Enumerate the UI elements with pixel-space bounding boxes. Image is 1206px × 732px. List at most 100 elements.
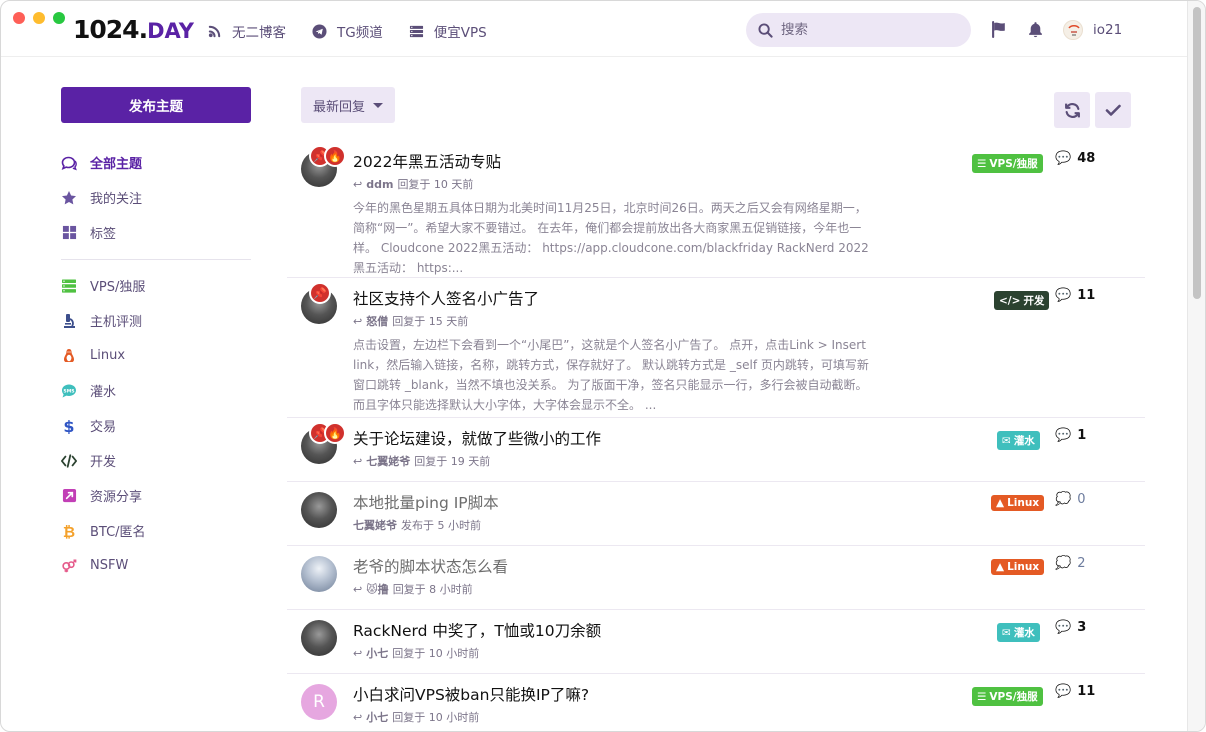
tag-label: 灌水 (1013, 627, 1035, 639)
avatar[interactable] (301, 620, 337, 656)
sidebar-item-water[interactable]: SMS 灌水 (61, 373, 251, 408)
refresh-button[interactable] (1054, 92, 1090, 128)
linux-icon (61, 348, 77, 364)
sidebar-item-tags[interactable]: 标签 (61, 215, 251, 250)
topic-meta: ↩ 七翼姥爷 回复于 19 天前 (353, 453, 1145, 469)
nav-blog-link[interactable]: 无二博客 (207, 21, 286, 41)
reply-count: 💬 11 (1055, 288, 1095, 303)
topic-time: 发布于 5 小时前 (401, 519, 481, 532)
scrollbar[interactable] (1187, 1, 1205, 731)
sidebar-item-nsfw[interactable]: NSFW (61, 548, 251, 583)
topic-user[interactable]: 七翼姥爷 (366, 453, 410, 469)
mark-all-read-button[interactable] (1095, 92, 1131, 128)
reply-arrow-icon: ↩ (353, 454, 363, 468)
topic-time: 回复于 10 小时前 (392, 711, 480, 724)
nav-telegram-link[interactable]: TG频道 (312, 21, 383, 41)
reply-arrow-icon: ↩ (353, 710, 363, 724)
bell-icon[interactable] (1028, 21, 1043, 38)
topic-meta: ↩ ddm 回复于 10 天前 (353, 176, 1145, 192)
sidebar-item-all-topics[interactable]: 全部主题 (61, 145, 251, 180)
chat-icon: SMS (61, 383, 77, 399)
flag-icon[interactable] (991, 21, 1008, 38)
tag-label: 灌水 (1013, 435, 1035, 447)
sidebar-item-linux[interactable]: Linux (61, 338, 251, 373)
topic-time: 回复于 15 天前 (392, 315, 469, 328)
reply-count: 💭 2 (1055, 556, 1085, 571)
svg-text:SMS: SMS (63, 388, 74, 394)
topic-tag[interactable]: ☰ VPS/独服 (972, 687, 1043, 706)
sidebar-item-vps[interactable]: VPS/独服 (61, 268, 251, 303)
topic-row[interactable]: 本地批量ping IP脚本 七翼姥爷 发布于 5 小时前 ▲ Linux 💭 0 (287, 482, 1145, 546)
reply-count-value: 0 (1077, 492, 1086, 507)
reply-arrow-icon: ↩ (353, 646, 363, 660)
topic-tag[interactable]: ▲ Linux (991, 559, 1045, 575)
svg-text:₿: ₿ (63, 523, 75, 539)
topic-row[interactable]: R 小白求问VPS被ban只能换IP了嘛? ↩ 小七 回复于 10 小时前 ☰ V… (287, 674, 1145, 731)
topic-meta: ↩ 小七 回复于 10 小时前 (353, 709, 1145, 725)
topic-row[interactable]: 老爷的脚本状态怎么看 ↩ 😾撸 回复于 8 小时前 ▲ Linux 💭 2 (287, 546, 1145, 610)
sidebar-item-trade[interactable]: $ 交易 (61, 408, 251, 443)
comment-icon: 💬 (1055, 684, 1072, 699)
sidebar-item-dev[interactable]: 开发 (61, 443, 251, 478)
sidebar-item-btc[interactable]: ₿ BTC/匿名 (61, 513, 251, 548)
reply-count: 💭 0 (1055, 492, 1085, 507)
reply-count: 💬 48 (1055, 151, 1095, 166)
chat-icon: ✉ (1002, 434, 1011, 447)
avatar[interactable] (301, 556, 337, 592)
topic-tag[interactable]: ✉ 灌水 (997, 431, 1040, 450)
topic-user[interactable]: 小七 (366, 709, 388, 725)
topic-row[interactable]: 📌 🔥 2022年黑五活动专贴 ↩ ddm 回复于 10 天前 今年的黑色星期五… (287, 141, 1145, 278)
avatar-letter: R (313, 692, 325, 712)
avatar[interactable] (301, 492, 337, 528)
avatar[interactable]: R (301, 684, 337, 720)
microscope-icon (61, 313, 77, 329)
sidebar-item-label: BTC/匿名 (90, 525, 146, 540)
sidebar-item-label: 交易 (90, 420, 117, 435)
reply-arrow-icon: ↩ (353, 314, 363, 328)
comment-icon: 💬 (1055, 620, 1072, 635)
comment-icon: 💬 (1055, 151, 1072, 166)
topic-tag[interactable]: </> 开发 (994, 291, 1050, 310)
topic-user[interactable]: ddm (366, 178, 393, 191)
star-icon (61, 190, 77, 206)
scrollbar-thumb[interactable] (1193, 7, 1201, 299)
topic-row[interactable]: RackNerd 中奖了，T恤或10刀余额 ↩ 小七 回复于 10 小时前 ✉ 灌… (287, 610, 1145, 674)
tag-label: VPS/独服 (989, 691, 1038, 703)
code-icon: </> (999, 294, 1021, 307)
topic-time: 回复于 8 小时前 (392, 583, 473, 596)
topic-excerpt: 今年的黑色星期五具体日期为北美时间11月25日，北京时间26日。两天之后又会有网… (353, 201, 869, 275)
user-menu[interactable]: io21 (1063, 20, 1122, 40)
topic-user[interactable]: 怒僧 (366, 313, 388, 329)
topic-user[interactable]: 😾撸 (366, 581, 388, 597)
topic-badges: 📌 🔥 (309, 145, 346, 167)
header-nav: 无二博客 TG频道 便宜VPS (207, 21, 487, 41)
server-icon: ☰ (977, 157, 987, 170)
sidebar-primary-list: 全部主题 我的关注 标签 VPS/独服 主机评测 Linux SMS 灌水 $ … (61, 145, 251, 583)
topic-user[interactable]: 小七 (366, 645, 388, 661)
topic-badges: 📌 🔥 (309, 422, 346, 444)
sort-label: 最新回复 (313, 99, 366, 115)
code-icon (61, 453, 77, 469)
sidebar-item-share[interactable]: 资源分享 (61, 478, 251, 513)
logo-text: 1024. (73, 15, 148, 44)
topic-tag[interactable]: ☰ VPS/独服 (972, 154, 1043, 173)
sort-dropdown[interactable]: 最新回复 (301, 87, 395, 123)
topic-tag[interactable]: ✉ 灌水 (997, 623, 1040, 642)
topic-row[interactable]: 📌 🔥 关于论坛建设，就做了些微小的工作 ↩ 七翼姥爷 回复于 19 天前 ✉ 灌… (287, 418, 1145, 482)
tag-label: VPS/独服 (989, 158, 1038, 170)
publish-topic-button[interactable]: 发布主题 (61, 87, 251, 123)
sidebar-item-following[interactable]: 我的关注 (61, 180, 251, 215)
topic-tag[interactable]: ▲ Linux (991, 495, 1045, 511)
site-logo[interactable]: 1024.DAY (73, 15, 194, 44)
search-box[interactable] (746, 13, 971, 47)
telegram-icon (312, 23, 327, 39)
topic-user[interactable]: 七翼姥爷 (353, 517, 397, 533)
search-input[interactable] (781, 22, 951, 38)
bitcoin-icon: ₿ (61, 523, 77, 539)
topic-row[interactable]: 📌 社区支持个人签名小广告了 ↩ 怒僧 回复于 15 天前 点击设置，左边栏下会… (287, 278, 1145, 418)
refresh-icon (1064, 102, 1080, 118)
comment-outline-icon: 💭 (1055, 556, 1072, 571)
comment-icon: 💬 (1055, 428, 1072, 443)
nav-vps-link[interactable]: 便宜VPS (409, 21, 487, 41)
sidebar-item-host-review[interactable]: 主机评测 (61, 303, 251, 338)
